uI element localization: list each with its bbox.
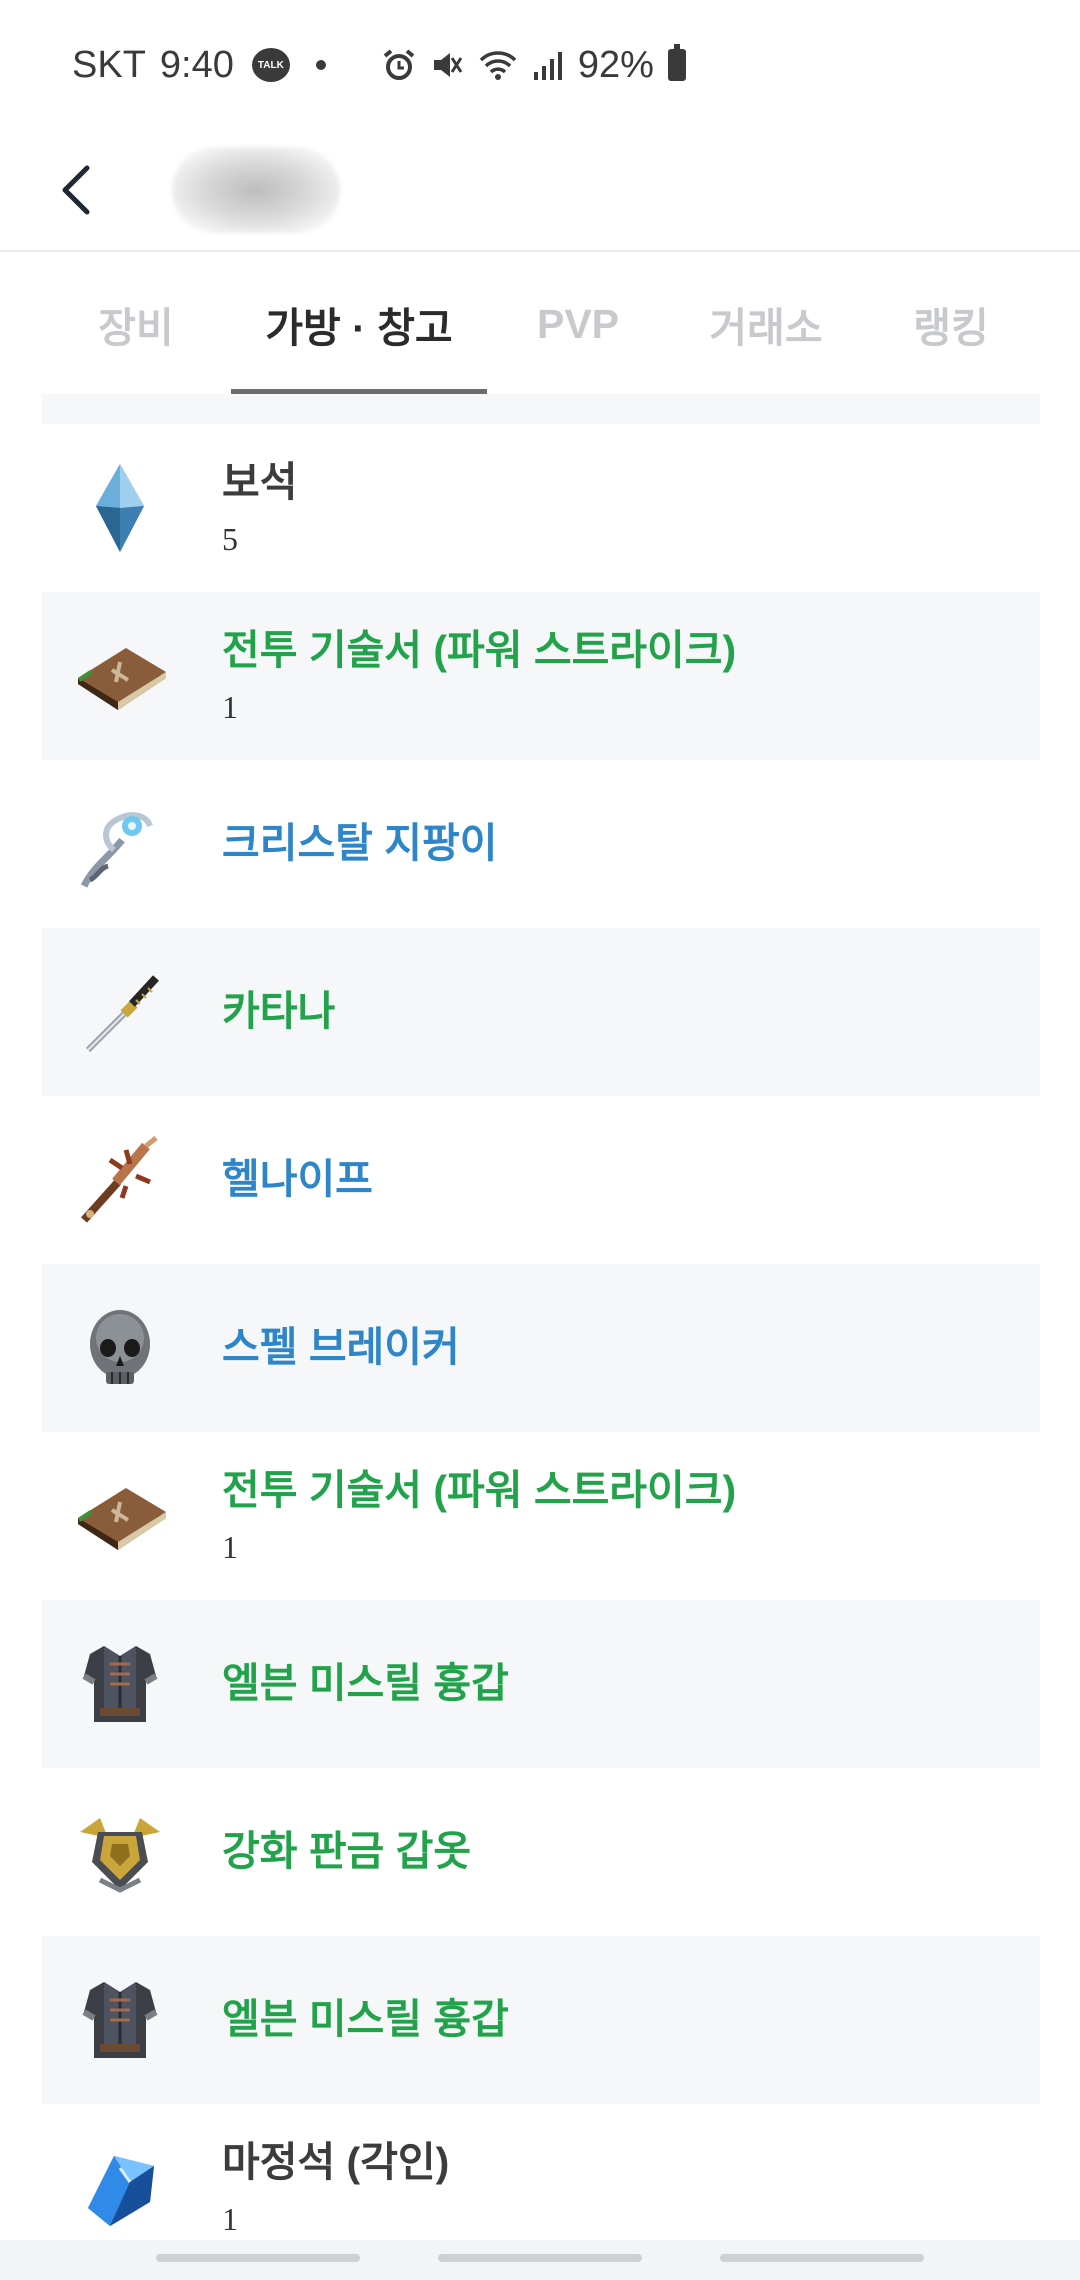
list-item[interactable]: 강화 판금 갑옷 [42, 1768, 1040, 1936]
crystal-staff-icon [70, 794, 170, 894]
scroll-indicator [156, 2254, 360, 2262]
clock: 9:40 [159, 43, 234, 86]
item-text: 카타나 [222, 928, 335, 1096]
item-name: 크리스탈 지팡이 [222, 820, 498, 867]
avatar [172, 147, 340, 233]
item-text: 엘븐 미스릴 흉갑 [222, 1600, 509, 1768]
wifi-icon [479, 51, 517, 80]
tab-ranking[interactable]: 랭킹 [913, 254, 989, 394]
hell-knife-icon [70, 1130, 170, 1230]
item-name: 전투 기술서 (파워 스트라이크) [222, 626, 737, 673]
chest-armor-icon [70, 1634, 170, 1734]
status-bar: SKT 9:40 TALK 92% [0, 0, 1080, 130]
back-button[interactable] [46, 160, 106, 220]
item-count: 1 [222, 2201, 238, 2234]
tab-pvp[interactable]: PVP [537, 254, 619, 394]
item-count: 1 [222, 1529, 238, 1566]
mute-icon [433, 53, 463, 77]
dot-icon [315, 60, 326, 70]
skill-book-icon [70, 626, 170, 726]
list-item[interactable]: 전투 기술서 (파워 스트라이크) 1 [42, 1432, 1040, 1600]
item-list: 보석 5 전투 기술서 (파워 스트라이크) 1 크리스탈 지팡이카타나헬나이프스펠 브… [42, 394, 1040, 2234]
katana-icon [70, 962, 170, 1062]
signal-icon [533, 52, 562, 80]
list-item[interactable]: 카타나 [42, 928, 1040, 1096]
item-text: 전투 기술서 (파워 스트라이크) 1 [222, 1432, 736, 1600]
item-text: 스펠 브레이커 [222, 1264, 460, 1432]
battery-icon [667, 44, 686, 81]
scroll-indicator [438, 2254, 642, 2262]
tab-bag-storage[interactable]: 가방 · 창고 [231, 254, 487, 394]
item-name: 엘븐 미스릴 흉갑 [222, 1996, 509, 2043]
list-item[interactable]: 엘븐 미스릴 흉갑 [42, 1600, 1040, 1768]
item-text: 강화 판금 갑옷 [222, 1768, 471, 1936]
plate-armor-icon [70, 1802, 170, 1902]
magic-stone-icon [70, 2138, 170, 2234]
chevron-left-icon [62, 165, 90, 215]
item-text: 전투 기술서 (파워 스트라이크) 1 [222, 592, 736, 760]
item-name: 카타나 [222, 988, 336, 1035]
item-name: 엘븐 미스릴 흉갑 [222, 1660, 509, 1707]
item-name: 전투 기술서 (파워 스트라이크) [222, 1466, 737, 1513]
item-name: 보석 [222, 458, 298, 505]
list-divider [42, 394, 1040, 424]
list-item[interactable]: 엘븐 미스릴 흉갑 [42, 1936, 1040, 2104]
item-text: 보석 5 [222, 424, 297, 592]
list-item[interactable]: 마정석 (각인) 1 [42, 2104, 1040, 2234]
item-count: 1 [222, 689, 238, 726]
item-name: 강화 판금 갑옷 [222, 1828, 472, 1875]
gem-icon [70, 458, 170, 558]
item-text: 마정석 (각인) 1 [222, 2104, 449, 2234]
item-count: 5 [222, 521, 238, 558]
item-text: 엘븐 미스릴 흉갑 [222, 1936, 509, 2104]
bottom-bar [0, 2240, 1080, 2280]
scroll-indicator [720, 2254, 924, 2262]
list-item[interactable]: 스펠 브레이커 [42, 1264, 1040, 1432]
list-item[interactable]: 크리스탈 지팡이 [42, 760, 1040, 928]
skill-book-icon [70, 1466, 170, 1566]
item-name: 헬나이프 [222, 1156, 373, 1203]
item-name: 마정석 (각인) [222, 2138, 450, 2185]
carrier-label: SKT [72, 43, 146, 86]
item-text: 헬나이프 [222, 1096, 373, 1264]
list-item[interactable]: 헬나이프 [42, 1096, 1040, 1264]
alarm-icon [383, 49, 415, 80]
item-text: 크리스탈 지팡이 [222, 760, 497, 928]
list-item[interactable]: 전투 기술서 (파워 스트라이크) 1 [42, 592, 1040, 760]
skull-helmet-icon [70, 1298, 170, 1398]
app-header [0, 130, 1080, 252]
item-name: 스펠 브레이커 [222, 1324, 460, 1371]
tab-exchange[interactable]: 거래소 [709, 254, 823, 394]
kakaotalk-icon: TALK [251, 48, 290, 82]
chest-armor-icon [70, 1970, 170, 2070]
tab-equipment[interactable]: 장비 [96, 254, 176, 394]
tab-bar: 장비 가방 · 창고 PVP 거래소 랭킹 [0, 254, 1080, 394]
list-item[interactable]: 보석 5 [42, 424, 1040, 592]
battery-percent: 92% [577, 43, 654, 86]
